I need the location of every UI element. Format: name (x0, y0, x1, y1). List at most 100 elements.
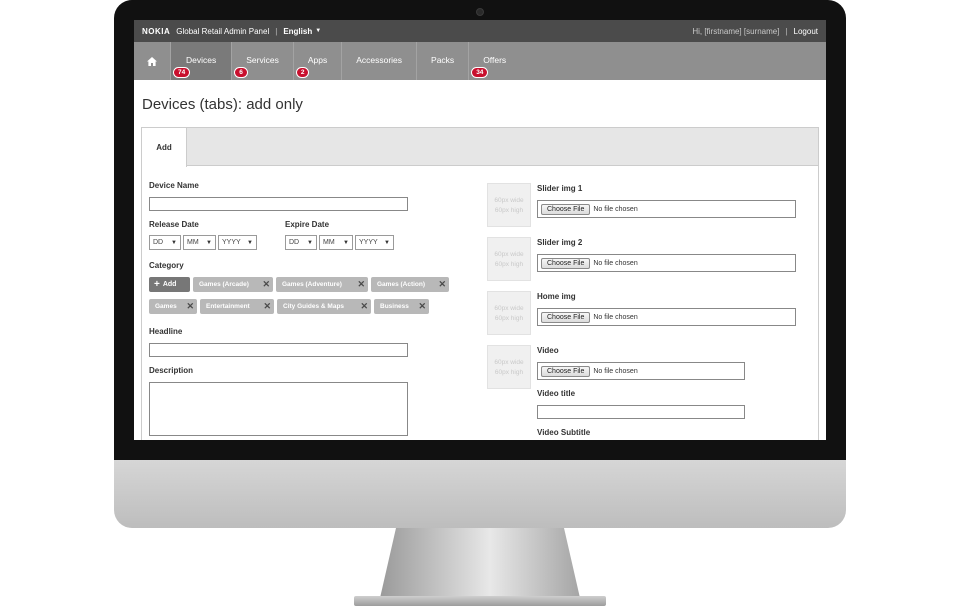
nav-item-offers[interactable]: Offers 34 (468, 42, 520, 80)
main-nav: Devices 74 Services 6 Apps 2 Accessories… (134, 42, 826, 80)
select-value: MM (323, 239, 335, 246)
nav-item-apps[interactable]: Apps 2 (292, 42, 341, 80)
expire-month-select[interactable]: MM ▼ (319, 235, 353, 250)
page-title: Devices (tabs): add only (142, 96, 303, 113)
tab-add[interactable]: Add (142, 128, 187, 167)
add-category-button[interactable]: + Add (149, 277, 190, 292)
video-title-input[interactable] (537, 405, 745, 419)
release-year-select[interactable]: YYYY ▼ (218, 235, 257, 250)
caret-down-icon: ▼ (307, 239, 313, 246)
top-bar: NOKIA Global Retail Admin Panel | Englis… (134, 20, 826, 42)
choose-file-button[interactable]: Choose File (541, 203, 591, 215)
caret-down-icon: ▼ (247, 239, 253, 246)
brand-logo: NOKIA (142, 26, 171, 36)
expire-day-select[interactable]: DD ▼ (285, 235, 317, 250)
image-placeholder: 60px wide 60px high (487, 345, 531, 389)
nav-item-accessories[interactable]: Accessories (341, 42, 416, 80)
placeholder-text: 60px high (494, 315, 524, 322)
tag-label: Games (155, 303, 177, 310)
slider-img-1-file-input[interactable]: Choose File No file chosen (537, 200, 796, 218)
content-area: Devices (tabs): add only Add Device Name… (134, 96, 826, 440)
choose-file-button[interactable]: Choose File (541, 311, 591, 323)
image-placeholder: 60px wide 60px high (487, 183, 531, 227)
remove-icon[interactable]: ✕ (360, 301, 368, 312)
count-badge: 74 (173, 67, 191, 78)
tag-label: Entertainment (206, 303, 250, 310)
home-icon (147, 56, 157, 66)
category-label: Category (149, 261, 184, 270)
remove-icon[interactable]: ✕ (418, 301, 426, 312)
monitor-stand (380, 528, 580, 598)
expire-year-select[interactable]: YYYY ▼ (355, 235, 394, 250)
select-value: DD (289, 239, 300, 246)
tag-label: Business (380, 303, 409, 310)
camera-dot (476, 8, 484, 16)
language-label: English (283, 26, 313, 36)
file-status: No file chosen (593, 313, 638, 321)
add-label: Add (162, 281, 177, 288)
category-tag: Games (Adventure) ✕ (276, 277, 368, 292)
choose-file-button[interactable]: Choose File (541, 365, 591, 377)
divider: | (785, 26, 788, 36)
remove-icon[interactable]: ✕ (263, 301, 271, 312)
placeholder-text: 60px high (494, 261, 524, 268)
monitor-chin (114, 460, 846, 528)
expire-date-label: Expire Date (285, 220, 330, 229)
choose-file-button[interactable]: Choose File (541, 257, 591, 269)
logout-link[interactable]: Logout (794, 27, 818, 36)
headline-label: Headline (149, 327, 183, 336)
user-greeting: Hi, [firstname] [surname] (692, 26, 780, 36)
home-img-file-input[interactable]: Choose File No file chosen (537, 308, 796, 326)
select-value: MM (187, 239, 199, 246)
device-name-input[interactable] (149, 197, 408, 211)
category-tag: Games (Action) ✕ (371, 277, 449, 292)
nav-item-packs[interactable]: Packs (416, 42, 468, 80)
slider-img-2-file-input[interactable]: Choose File No file chosen (537, 254, 796, 272)
tag-label: City Guides & Maps (283, 303, 345, 310)
remove-icon[interactable]: ✕ (186, 301, 194, 312)
caret-down-icon: ▼ (206, 239, 212, 246)
nav-label: Packs (431, 55, 455, 65)
tag-label: Games (Action) (377, 281, 426, 288)
file-status: No file chosen (593, 367, 638, 375)
screen: NOKIA Global Retail Admin Panel | Englis… (134, 20, 826, 440)
video-file-input[interactable]: Choose File No file chosen (537, 362, 745, 380)
home-img-label: Home img (537, 292, 576, 301)
image-placeholder: 60px wide 60px high (487, 291, 531, 335)
nav-label: Apps (307, 55, 328, 65)
select-value: YYYY (359, 239, 378, 246)
nav-label: Offers (483, 55, 507, 65)
release-date-label: Release Date (149, 220, 199, 229)
nav-label: Accessories (356, 55, 403, 65)
release-month-select[interactable]: MM ▼ (183, 235, 216, 250)
slider-img-1-label: Slider img 1 (537, 184, 583, 193)
headline-input[interactable] (149, 343, 408, 357)
category-tag: City Guides & Maps ✕ (277, 299, 371, 314)
category-tag: Business ✕ (374, 299, 429, 314)
video-label: Video (537, 346, 559, 355)
plus-icon: + (154, 279, 160, 290)
file-status: No file chosen (593, 259, 638, 267)
remove-icon[interactable]: ✕ (262, 279, 270, 290)
category-tag: Games (Arcade) ✕ (193, 277, 273, 292)
remove-icon[interactable]: ✕ (438, 279, 446, 290)
select-value: YYYY (222, 239, 241, 246)
form-panel: Add Device Name Release Date DD ▼ MM ▼ YYY… (141, 127, 819, 440)
home-button[interactable] (134, 42, 170, 80)
caret-down-icon: ▼ (171, 239, 177, 246)
image-placeholder: 60px wide 60px high (487, 237, 531, 281)
user-area: Hi, [firstname] [surname] | Logout (692, 27, 818, 36)
panel-title: Global Retail Admin Panel (176, 26, 270, 36)
video-subtitle-label: Video Subtitle (537, 428, 591, 437)
nav-item-services[interactable]: Services 6 (231, 42, 293, 80)
slider-img-2-label: Slider img 2 (537, 238, 583, 247)
category-tag: Entertainment ✕ (200, 299, 274, 314)
nav-item-devices[interactable]: Devices 74 (170, 42, 232, 80)
release-day-select[interactable]: DD ▼ (149, 235, 181, 250)
monitor-base (354, 596, 606, 606)
tab-bar: Add (142, 128, 818, 167)
language-selector[interactable]: English ▼ (283, 27, 321, 36)
remove-icon[interactable]: ✕ (357, 279, 365, 290)
nav-label: Devices (186, 55, 217, 65)
description-textarea[interactable] (149, 382, 408, 436)
